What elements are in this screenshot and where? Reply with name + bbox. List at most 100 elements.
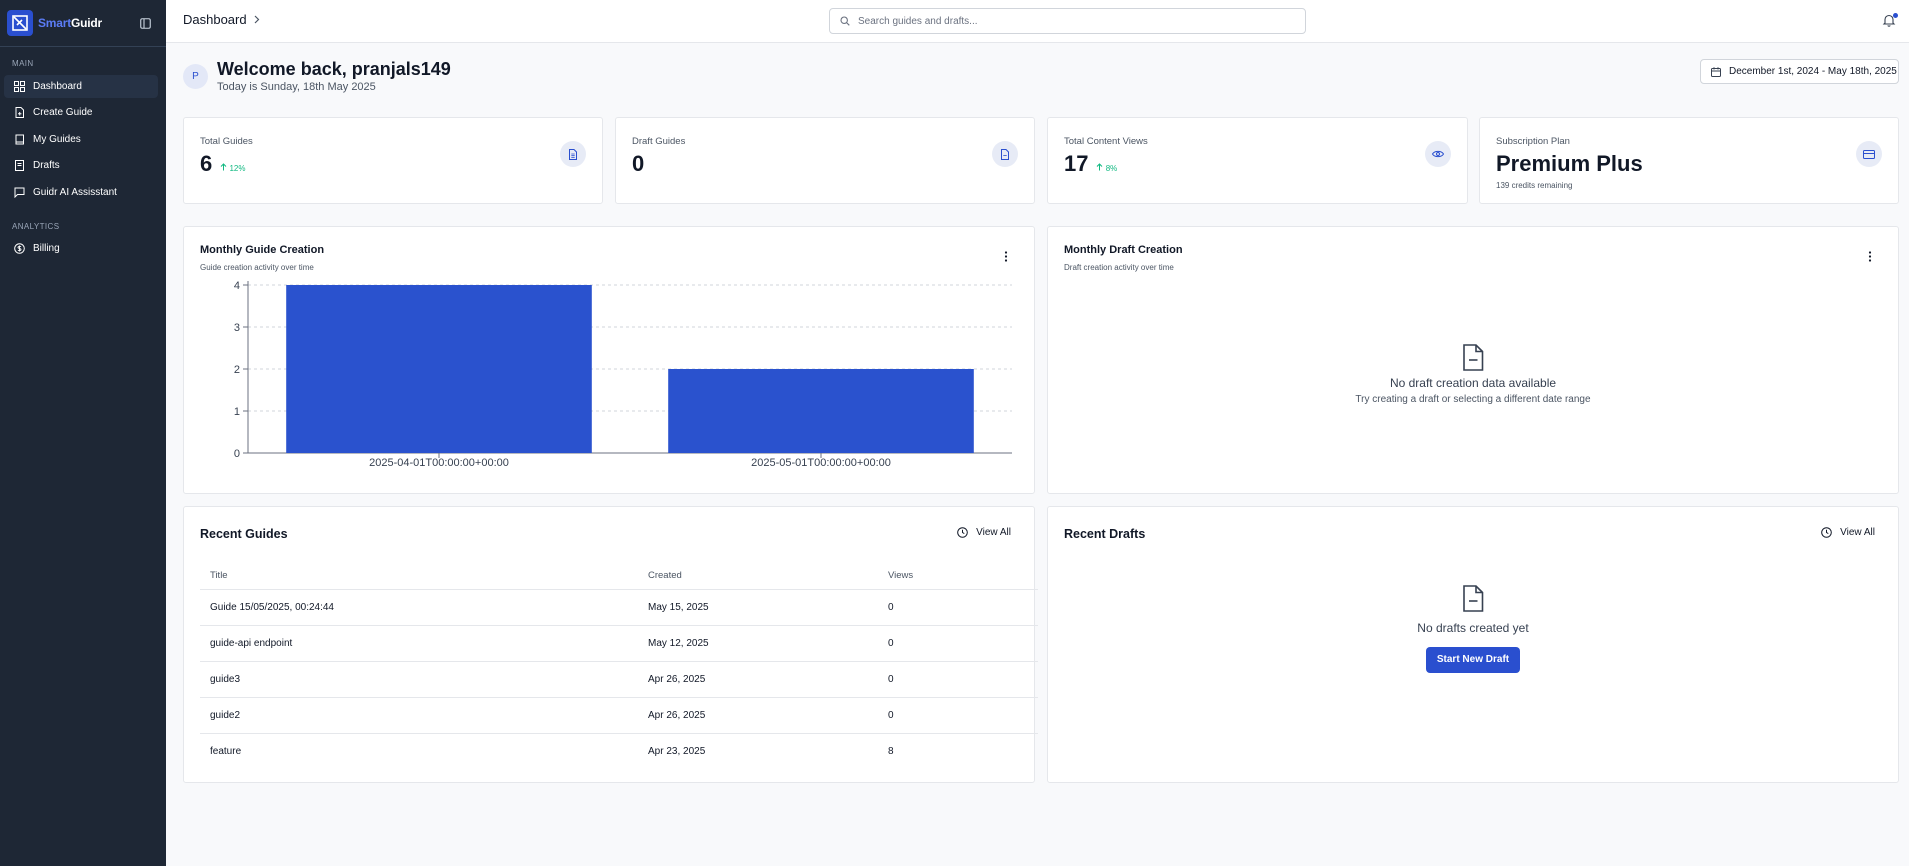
more-options-icon[interactable] [1004,249,1012,263]
chart-title: Monthly Guide Creation [200,244,325,256]
file-plus-icon [15,107,24,118]
drafts-empty-state: No drafts created yet Start New Draft [1048,585,1898,673]
column-header-views[interactable]: Views [878,563,1038,590]
sidebar-item-label: Billing [33,243,60,254]
chart-subtitle: Draft creation activity over time [1064,263,1174,272]
chart-card-drafts: Monthly Draft Creation Draft creation ac… [1047,226,1899,494]
table-row[interactable]: guide2 Apr 26, 2025 0 [200,697,1038,734]
table-row[interactable]: feature Apr 23, 2025 8 [200,733,1038,769]
sidebar-item-billing[interactable]: Billing [4,237,158,260]
x-tick-label: 2025-04-01T00:00:00+00:00 [369,457,509,469]
empty-title: No drafts created yet [1417,621,1529,635]
date-range-label: December 1st, 2024 - May 18th, 2025 [1729,66,1897,77]
column-header-created[interactable]: Created [638,563,878,590]
stat-label: Total Content Views [1064,136,1148,147]
start-new-draft-button[interactable]: Start New Draft [1425,647,1521,673]
stat-card-subscription: Subscription Plan Premium Plus 139 credi… [1479,117,1899,204]
stat-value: 6 12% [200,151,246,176]
calendar-icon [1711,66,1721,77]
welcome-date: Today is Sunday, 18th May 2025 [217,81,376,93]
credits-remaining: 139 credits remaining [1496,181,1573,190]
recent-drafts-card: Recent Drafts View All No drafts created… [1047,506,1899,783]
stat-label: Total Guides [200,136,253,147]
empty-title: No draft creation data available [1389,376,1557,390]
stat-value: 0 [632,151,645,176]
empty-subtitle: Try creating a draft or selecting a diff… [1355,394,1591,405]
top-header: Dashboard [166,0,1909,43]
sidebar-toggle-icon[interactable] [138,16,152,30]
welcome-title: Welcome back, pranjals149 [217,59,451,79]
chart-card-guides: Monthly Guide Creation Guide creation ac… [183,226,1035,494]
stat-card-total-views: Total Content Views 17 8% [1047,117,1468,204]
nav-section-main: MAIN [12,59,34,68]
recent-guides-card: Recent Guides View All Title Created Vie… [183,506,1038,783]
notification-bell-icon[interactable] [1882,13,1898,29]
logo-icon [7,10,33,36]
date-range-picker[interactable]: December 1st, 2024 - May 18th, 2025 [1700,59,1899,84]
section-title: Recent Drafts [1064,527,1146,541]
arrow-up-icon [220,163,227,171]
sidebar-item-my-guides[interactable]: My Guides [4,128,158,151]
x-tick-label: 2025-05-01T00:00:00+00:00 [751,457,891,469]
chevron-right-icon [254,15,259,24]
view-all-guides-button[interactable]: View All [957,527,1011,538]
bar [286,285,592,453]
y-tick-label: 3 [234,322,240,334]
stat-card-total-guides: Total Guides 6 12% [183,117,603,204]
search-icon [840,16,850,26]
avatar[interactable]: P [183,64,208,89]
sidebar-item-label: Drafts [33,160,60,171]
clock-icon [957,527,968,538]
sidebar-item-label: Dashboard [33,81,82,92]
view-all-drafts-button[interactable]: View All [1821,527,1875,538]
credit-card-icon [1856,141,1882,167]
bar [668,369,974,453]
sidebar: SmartGuidr MAIN Dashboard Create Guide M… [0,0,166,866]
sidebar-item-ai-assistant[interactable]: Guidr AI Assisstant [4,181,158,204]
brand-name: SmartGuidr [38,16,103,30]
book-icon [15,134,24,145]
sidebar-item-create-guide[interactable]: Create Guide [4,101,158,124]
nav-section-analytics: ANALYTICS [12,222,60,231]
plan-name: Premium Plus [1496,151,1643,176]
chart-title: Monthly Draft Creation [1064,244,1183,256]
sidebar-item-dashboard[interactable]: Dashboard [4,75,158,98]
file-icon [992,141,1018,167]
sidebar-item-label: Guidr AI Assisstant [33,187,117,198]
notebook-icon [15,160,24,171]
stat-change: 12% [220,163,246,173]
eye-icon [1425,141,1451,167]
stat-card-draft-guides: Draft Guides 0 [615,117,1035,204]
file-text-icon [560,141,586,167]
stat-label: Subscription Plan [1496,136,1570,147]
y-tick-label: 1 [234,406,240,418]
bar-chart: 0 1 2 3 4 2025-04-01T00:00:00+00:00 2025-05-01… [234,280,1012,469]
clock-icon [1821,527,1832,538]
stat-label: Draft Guides [632,136,686,147]
y-tick-label: 0 [234,448,240,460]
y-tick-label: 4 [234,280,240,292]
stat-value: 17 8% [1064,151,1118,176]
sidebar-item-label: My Guides [33,134,81,145]
grid-icon [14,81,25,92]
search-input[interactable] [858,15,1278,27]
dollar-circle-icon [14,243,25,254]
sidebar-item-drafts[interactable]: Drafts [4,154,158,177]
chart-subtitle: Guide creation activity over time [200,263,314,272]
table-row[interactable]: Guide 15/05/2025, 00:24:44 May 15, 2025 0 [200,589,1038,626]
file-icon [1462,585,1484,617]
table-row[interactable]: guide3 Apr 26, 2025 0 [200,661,1038,698]
search-box[interactable] [829,8,1306,34]
sidebar-item-label: Create Guide [33,107,93,118]
file-icon [1462,344,1484,376]
table-row[interactable]: guide-api endpoint May 12, 2025 0 [200,625,1038,662]
y-tick-label: 2 [234,364,240,376]
more-options-icon[interactable] [1868,249,1876,263]
breadcrumb: Dashboard [183,12,260,27]
draft-chart-empty-state: No draft creation data available Try cre… [1048,344,1898,405]
section-title: Recent Guides [200,527,288,541]
column-header-title[interactable]: Title [200,563,638,590]
message-square-icon [14,187,25,198]
stat-change: 8% [1096,163,1117,173]
breadcrumb-current[interactable]: Dashboard [183,12,247,27]
